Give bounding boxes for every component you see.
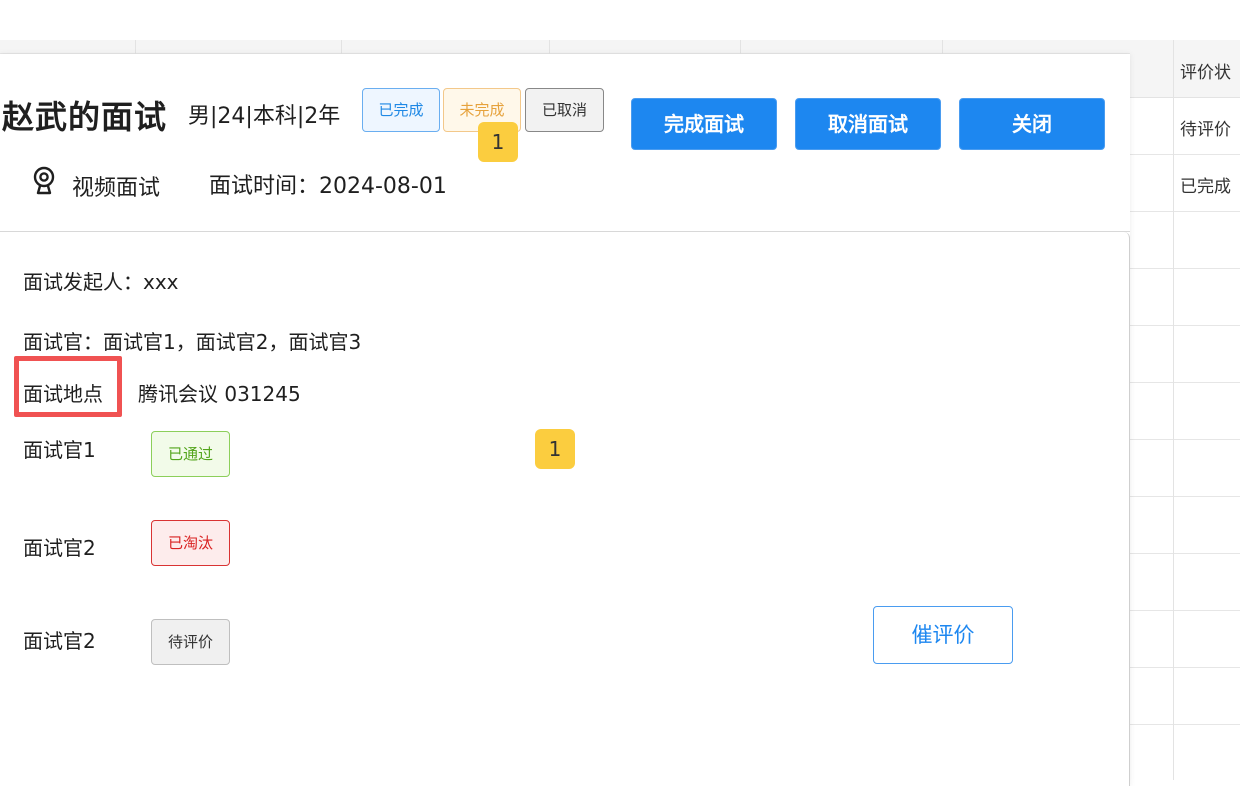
table-column-divider [740,40,741,54]
table-row[interactable] [1130,269,1240,326]
table-cell: 已完成 [1180,177,1231,197]
cancel-interview-button[interactable]: 取消面试 [795,98,941,150]
table-row[interactable] [1130,383,1240,440]
table-header-cell: 评价状 [1130,40,1240,98]
interview-title: 赵武的面试 [2,98,168,136]
table-column-divider [549,40,550,54]
table-column-divider [1173,40,1174,780]
table-row[interactable]: 已完成 [1130,155,1240,212]
table-row[interactable] [1130,611,1240,668]
evaluation-status-column-header: 评价状 [1180,63,1231,83]
table-row[interactable]: 待评价 [1130,98,1240,155]
table-row[interactable] [1130,497,1240,554]
close-button[interactable]: 关闭 [959,98,1105,150]
status-tag-completed[interactable]: 已完成 [362,88,440,132]
table-column-divider [135,40,136,54]
table-row[interactable] [1130,212,1240,269]
table-column-divider [942,40,943,54]
interviewer-name: 面试官2 [23,629,96,653]
location-value: 腾讯会议 031245 [138,382,301,406]
location-pin-icon [33,166,55,195]
location-label: 面试地点 [23,382,103,406]
table-row[interactable] [1130,668,1240,725]
table-row[interactable] [1130,326,1240,383]
interview-time: 面试时间：2024-08-01 [209,174,447,199]
modal-header: 赵武的面试 男|24|本科|2年 已完成 未完成 已取消 1 完成面试 取消面试… [0,54,1130,232]
background-table-header [0,40,1240,54]
table-row[interactable] [1130,440,1240,497]
evaluation-status-rejected: 已淘汰 [151,520,230,566]
interviewers-text: 面试官：面试官1，面试官2，面试官3 [23,330,362,354]
annotation-badge: 1 [535,429,575,469]
candidate-meta: 男|24|本科|2年 [188,104,341,129]
initiator-text: 面试发起人：xxx [23,270,179,294]
table-cell: 待评价 [1180,120,1231,140]
evaluation-status-pending: 待评价 [151,619,230,665]
background-table: 评价状 待评价 已完成 [1130,40,1240,786]
modal-body: 面试发起人：xxx 面试官：面试官1，面试官2，面试官3 面试地点 腾讯会议 0… [0,232,1130,786]
table-column-divider [341,40,342,54]
annotation-badge: 1 [478,122,518,162]
finish-interview-button[interactable]: 完成面试 [631,98,777,150]
remind-evaluation-button[interactable]: 催评价 [873,606,1013,664]
evaluation-status-passed: 已通过 [151,431,230,477]
table-row[interactable] [1130,554,1240,611]
interviewer-name: 面试官2 [23,536,96,560]
interview-detail-modal: 赵武的面试 男|24|本科|2年 已完成 未完成 已取消 1 完成面试 取消面试… [0,54,1130,786]
interview-type: 视频面试 [72,176,161,201]
status-tag-cancelled[interactable]: 已取消 [525,88,604,132]
interviewer-name: 面试官1 [23,438,96,462]
